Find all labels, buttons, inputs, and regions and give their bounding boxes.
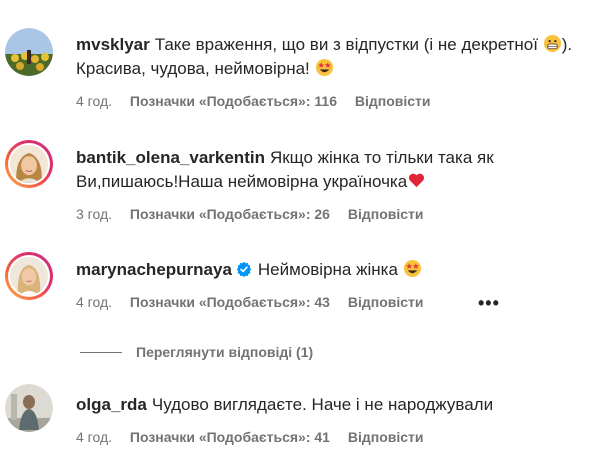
red-heart-emoji-icon bbox=[409, 173, 425, 188]
comment-body: Чудово виглядаєте. Наче і не народжували bbox=[151, 395, 494, 414]
more-options-icon[interactable]: ••• bbox=[478, 294, 502, 315]
avatar-image bbox=[10, 257, 48, 295]
comment-username[interactable]: olga_rda bbox=[76, 395, 147, 414]
avatar[interactable] bbox=[5, 384, 53, 432]
grinning-face-emoji-icon bbox=[543, 34, 561, 53]
avatar-frame bbox=[8, 143, 50, 185]
comment-time[interactable]: 4 год. bbox=[76, 429, 112, 445]
star-struck-emoji-icon bbox=[315, 58, 333, 77]
reply-button[interactable]: Відповісти bbox=[348, 206, 424, 222]
comment-likes[interactable]: Позначки «Подобається»: 43 bbox=[130, 294, 330, 310]
avatar[interactable] bbox=[5, 252, 53, 300]
avatar[interactable] bbox=[5, 140, 53, 188]
comment-time[interactable]: 4 год. bbox=[76, 294, 112, 310]
comment-username[interactable]: marynachepurnaya bbox=[76, 260, 232, 279]
reply-button[interactable]: Відповісти bbox=[348, 294, 424, 310]
avatar[interactable] bbox=[5, 28, 53, 76]
comment-time[interactable]: 4 год. bbox=[76, 93, 112, 109]
comment-meta: 4 год. Позначки «Подобається»: 41 Відпов… bbox=[76, 428, 438, 446]
reply-button[interactable]: Відповісти bbox=[355, 93, 431, 109]
comment-body: Неймовірна жінка bbox=[257, 260, 403, 279]
comment-time[interactable]: 3 год. bbox=[76, 206, 112, 222]
comment-meta: 4 год. Позначки «Подобається»: 43 Відпов… bbox=[76, 293, 438, 311]
reply-button[interactable]: Відповісти bbox=[348, 429, 424, 445]
view-replies-label: Переглянути відповіді (1) bbox=[136, 344, 314, 360]
comment-body-part: Таке враження, що ви з відпустки (і не д… bbox=[154, 35, 543, 54]
comment-likes[interactable]: Позначки «Подобається»: 41 bbox=[130, 429, 330, 445]
avatar-image bbox=[5, 28, 53, 76]
replies-divider bbox=[80, 351, 122, 353]
star-struck-emoji-icon bbox=[403, 259, 421, 278]
comment-text: mvsklyar Таке враження, що ви з відпустки… bbox=[76, 33, 590, 81]
comment-likes[interactable]: Позначки «Подобається»: 26 bbox=[130, 206, 330, 222]
comment-meta: 3 год. Позначки «Подобається»: 26 Відпов… bbox=[76, 205, 438, 223]
comment-meta: 4 год. Позначки «Подобається»: 116 Відпо… bbox=[76, 92, 445, 110]
avatar-frame bbox=[8, 255, 50, 297]
comment-text: marynachepurnaya Неймовірна жінка bbox=[76, 258, 590, 282]
comment-username[interactable]: mvsklyar bbox=[76, 35, 150, 54]
view-replies-button[interactable]: Переглянути відповіді (1) bbox=[80, 343, 313, 361]
comment-text: olga_rda Чудово виглядаєте. Наче і не нар… bbox=[76, 393, 590, 417]
avatar-image bbox=[5, 384, 53, 432]
comment-username[interactable]: bantik_olena_varkentin bbox=[76, 148, 265, 167]
comment-likes[interactable]: Позначки «Подобається»: 116 bbox=[130, 93, 337, 109]
avatar-image bbox=[10, 145, 48, 183]
verified-badge-icon bbox=[236, 261, 252, 277]
comment-text: bantik_olena_varkentin Якщо жінка то тіль… bbox=[76, 146, 590, 194]
